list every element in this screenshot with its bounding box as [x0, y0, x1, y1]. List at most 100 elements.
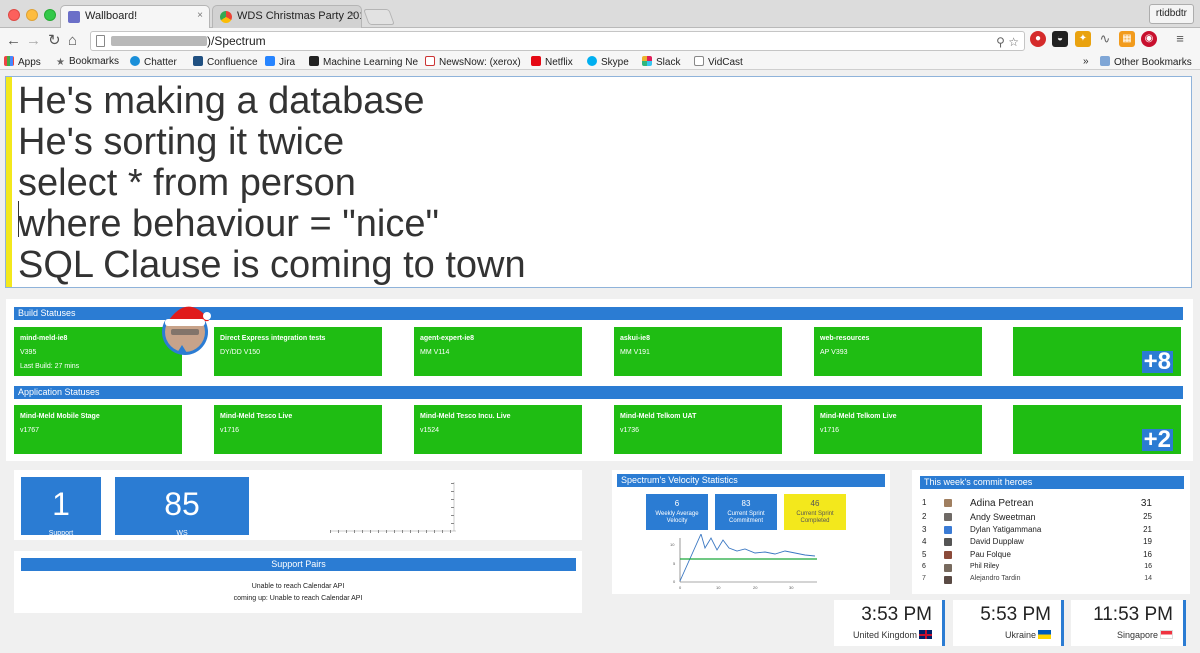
- tab-close-icon[interactable]: ×: [349, 10, 355, 21]
- bookmark-apps[interactable]: Apps: [4, 56, 41, 68]
- hero-row: 7 Alejandro Tardin 14: [922, 575, 1152, 584]
- back-arrow-icon[interactable]: ←: [6, 32, 21, 50]
- singapore-flag-icon: [1160, 630, 1173, 639]
- netflix-icon: [531, 56, 541, 66]
- mini-axis-chart: [330, 482, 456, 533]
- minimize-window-button[interactable]: [26, 9, 38, 21]
- app-more-tile[interactable]: +2: [1013, 405, 1181, 454]
- app-tile[interactable]: Mind-Meld Tesco Incu. Live v1524: [414, 405, 582, 454]
- maximize-window-button[interactable]: [44, 9, 56, 21]
- bookmarks-overflow-button[interactable]: »: [1083, 56, 1089, 67]
- hero-avatar: [944, 538, 952, 546]
- owl-extension-icon[interactable]: ✦: [1075, 31, 1091, 47]
- app-tile[interactable]: Mind-Meld Telkom UAT v1736: [614, 405, 782, 454]
- hero-row: 5 Pau Folque 16: [922, 550, 1152, 559]
- skype-icon: [587, 56, 597, 66]
- address-bar[interactable]: )/Spectrum ⚲ ☆: [90, 31, 1025, 51]
- more-builds-count: +8: [1141, 348, 1173, 375]
- bookmark-newsnow[interactable]: NewsNow: (xerox): [425, 56, 521, 68]
- tab-title: WDS Christmas Party 2018: [237, 10, 362, 22]
- message-text[interactable]: He's making a database He's sorting it tw…: [18, 81, 526, 286]
- support-pairs-header: Support Pairs: [21, 558, 576, 571]
- chatter-icon: [130, 56, 140, 66]
- bookmark-jira[interactable]: Jira: [265, 56, 295, 68]
- clock-uk: 3:53 PM United Kingdom: [834, 600, 945, 646]
- apps-grid-icon: [4, 56, 14, 66]
- more-apps-count: +2: [1141, 426, 1173, 453]
- close-window-button[interactable]: [8, 9, 20, 21]
- mask-extension-icon[interactable]: ◒: [1052, 31, 1068, 47]
- support-count-tile: 1 Support: [21, 477, 101, 537]
- app-tile[interactable]: Mind-Meld Mobile Stage v1767: [14, 405, 182, 454]
- hero-avatar: [944, 564, 952, 572]
- current-sprint-commitment: 83 Current Sprint Commitment: [715, 494, 777, 530]
- text-caret: [18, 201, 19, 237]
- message-accent-bar: [6, 77, 12, 287]
- folder-icon: [1100, 56, 1110, 66]
- velocity-header: Spectrum's Velocity Statistics: [617, 474, 885, 487]
- bookmark-chatter[interactable]: Chatter: [130, 56, 177, 68]
- tab-wds-christmas-party[interactable]: WDS Christmas Party 2018 ×: [212, 5, 362, 28]
- grid-extension-icon[interactable]: ▦: [1119, 31, 1135, 47]
- clock-place: Ukraine: [1005, 630, 1051, 640]
- new-tab-button[interactable]: [363, 9, 395, 25]
- bookmark-vidcast[interactable]: VidCast: [694, 56, 743, 68]
- bookmark-bookmarks[interactable]: ★ Bookmarks: [56, 56, 119, 68]
- profile-button[interactable]: rtidbdtr: [1148, 4, 1194, 24]
- application-statuses-header: Application Statuses: [14, 386, 1183, 399]
- pulse-extension-icon[interactable]: ∿: [1097, 31, 1113, 47]
- page-icon: [96, 35, 105, 47]
- newsnow-icon: [425, 56, 435, 66]
- confluence-icon: [193, 56, 203, 66]
- support-pairs-message: Unable to reach Calendar API: [251, 583, 345, 590]
- hero-avatar: [944, 551, 952, 559]
- bookmark-slack[interactable]: Slack: [642, 56, 680, 68]
- tab-title: Wallboard!: [85, 10, 138, 22]
- build-tile[interactable]: askui-ie8 MM V191: [614, 327, 782, 376]
- build-tile[interactable]: Direct Express integration tests DY/DD V…: [214, 327, 382, 376]
- svg-text:30: 30: [789, 585, 794, 590]
- svg-text:0: 0: [679, 585, 682, 590]
- ukraine-flag-icon: [1038, 630, 1051, 639]
- bookmark-machine-learning[interactable]: Machine Learning Ne: [309, 56, 418, 68]
- build-tile[interactable]: agent-expert-ie8 MM V114: [414, 327, 582, 376]
- tab-close-icon[interactable]: ×: [197, 10, 203, 21]
- ws-count-tile: 85 WS: [115, 477, 249, 537]
- build-tile[interactable]: web-resources AP V393: [814, 327, 982, 376]
- other-bookmarks[interactable]: Other Bookmarks: [1100, 56, 1192, 68]
- ws-count: 85: [164, 486, 200, 522]
- slack-icon: [642, 56, 652, 66]
- bookmark-netflix[interactable]: Netflix: [531, 56, 573, 68]
- weekly-average-velocity: 6 Weekly Average Velocity: [646, 494, 708, 530]
- hero-avatar: [944, 576, 952, 584]
- reload-icon[interactable]: ↻: [48, 32, 61, 50]
- home-icon[interactable]: ⌂: [68, 32, 77, 50]
- svg-text:5: 5: [673, 561, 676, 566]
- app-tile[interactable]: Mind-Meld Telkom Live v1716: [814, 405, 982, 454]
- drive-favicon-icon: [220, 11, 232, 23]
- hero-row: 6 Phil Riley 16: [922, 563, 1152, 572]
- hero-row: 4 David Dupplaw 19: [922, 537, 1152, 546]
- adblock-extension-icon[interactable]: ●: [1030, 31, 1046, 47]
- tab-wallboard[interactable]: Wallboard! ×: [60, 5, 210, 28]
- uk-flag-icon: [919, 630, 932, 639]
- support-label: Support: [48, 530, 74, 537]
- bookmark-skype[interactable]: Skype: [587, 56, 629, 68]
- svg-text:10: 10: [716, 585, 721, 590]
- app-tile[interactable]: Mind-Meld Tesco Live v1716: [214, 405, 382, 454]
- build-more-tile[interactable]: +8: [1013, 327, 1181, 376]
- bookmark-confluence[interactable]: Confluence: [193, 56, 258, 68]
- svg-text:20: 20: [753, 585, 758, 590]
- clock-ukraine: 5:53 PM Ukraine: [953, 600, 1064, 646]
- hero-avatar: [944, 513, 952, 521]
- hero-avatar: [944, 526, 952, 534]
- badge-extension-icon[interactable]: ◉: [1141, 31, 1157, 47]
- zoom-star-icons[interactable]: ⚲ ☆: [996, 33, 1019, 51]
- menu-icon[interactable]: ≡: [1172, 31, 1188, 47]
- clock-time: 5:53 PM: [980, 604, 1051, 625]
- forward-arrow-icon[interactable]: →: [26, 32, 41, 50]
- hero-avatar: [944, 499, 952, 507]
- message-editor[interactable]: He's making a database He's sorting it tw…: [5, 76, 1192, 288]
- svg-text:10: 10: [670, 542, 675, 547]
- velocity-chart: 10 5 0 0 10 20 30: [670, 534, 817, 590]
